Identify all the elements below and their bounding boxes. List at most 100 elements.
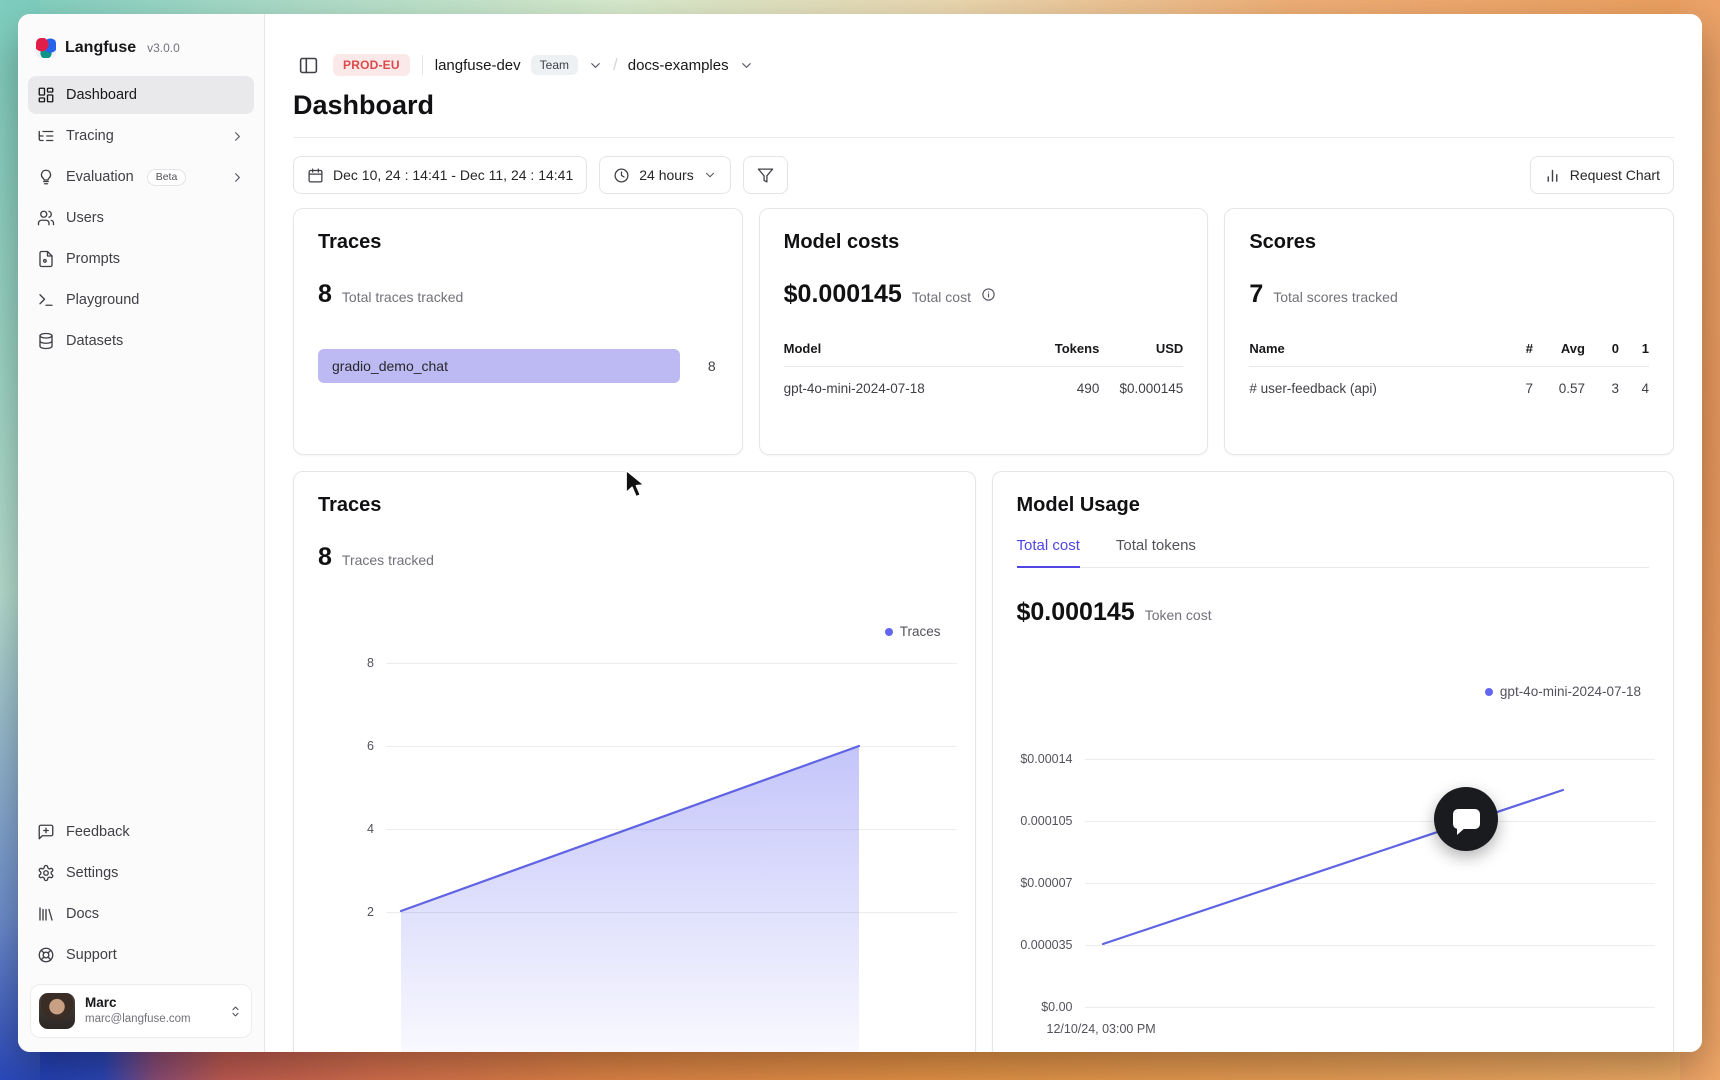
sidebar-item-support[interactable]: Support <box>28 936 254 974</box>
sidebar-item-tracing[interactable]: Tracing <box>28 117 254 155</box>
card-title: Model costs <box>784 231 1184 254</box>
model-usage-tabs: Total cost Total tokens <box>1017 537 1650 568</box>
breadcrumb-separator: / <box>613 55 618 75</box>
sidebar-item-settings[interactable]: Settings <box>28 854 254 892</box>
card-title: Model Usage <box>1017 494 1650 517</box>
sidebar-toggle-button[interactable] <box>293 50 323 80</box>
card-title: Scores <box>1249 231 1649 254</box>
filter-button[interactable] <box>743 156 788 194</box>
life-buoy-icon <box>37 946 55 964</box>
org-name[interactable]: langfuse-dev <box>435 57 521 74</box>
column-header: 1 <box>1619 341 1649 356</box>
user-menu[interactable]: Marc marc@langfuse.com <box>30 984 252 1038</box>
column-header: USD <box>1099 341 1183 356</box>
column-header: 0 <box>1585 341 1619 356</box>
lightbulb-icon <box>37 168 55 186</box>
tab-total-tokens[interactable]: Total tokens <box>1116 537 1196 567</box>
sidebar-item-docs[interactable]: Docs <box>28 895 254 933</box>
dashboard-grid-icon <box>37 86 55 104</box>
clock-icon <box>613 167 630 184</box>
sidebar-item-datasets[interactable]: Datasets <box>28 322 254 360</box>
trace-name-bar[interactable]: gradio_demo_chat <box>318 349 680 383</box>
sidebar-item-playground[interactable]: Playground <box>28 281 254 319</box>
score-one-cell: 4 <box>1619 381 1649 396</box>
score-count-cell: 7 <box>1493 381 1533 396</box>
chat-bubble-icon <box>1453 809 1480 829</box>
message-plus-icon <box>37 823 55 841</box>
sidebar-nav: Dashboard Tracing Evaluation Beta Users <box>28 76 254 360</box>
project-name[interactable]: docs-examples <box>628 57 729 74</box>
legend-dot-icon <box>885 628 893 636</box>
chart-legend: Traces <box>885 624 941 639</box>
interval-select[interactable]: 24 hours <box>599 156 730 194</box>
traces-chart-card: Traces 8 Traces tracked Traces 8 6 4 2 <box>293 471 976 1052</box>
terminal-icon <box>37 291 55 309</box>
traces-line-chart: 8 6 4 2 <box>318 648 957 1052</box>
chevron-down-icon[interactable] <box>588 58 603 73</box>
legend-label: Traces <box>900 624 941 639</box>
chevrons-up-down-icon <box>228 1004 243 1019</box>
interval-value: 24 hours <box>639 167 693 183</box>
chat-widget-button[interactable] <box>1434 787 1498 851</box>
users-icon <box>37 209 55 227</box>
tab-total-cost[interactable]: Total cost <box>1017 537 1080 568</box>
chevron-right-icon <box>230 170 245 185</box>
funnel-icon <box>757 167 774 184</box>
column-header: Name <box>1249 341 1493 356</box>
page-title: Dashboard <box>293 90 1674 121</box>
request-chart-label: Request Chart <box>1570 167 1660 183</box>
app-logo-row: Langfuse v3.0.0 <box>28 14 254 76</box>
breadcrumb: PROD-EU langfuse-dev Team / docs-example… <box>293 50 1674 80</box>
table-row: gpt-4o-mini-2024-07-18 490 $0.000145 <box>784 367 1184 396</box>
sidebar-item-label: Prompts <box>66 251 120 267</box>
environment-badge: PROD-EU <box>333 54 410 76</box>
chevron-down-icon[interactable] <box>739 58 754 73</box>
breadcrumb-divider <box>422 55 423 75</box>
sidebar-item-feedback[interactable]: Feedback <box>28 813 254 851</box>
date-range-picker[interactable]: Dec 10, 24 : 14:41 - Dec 11, 24 : 14:41 <box>293 156 587 194</box>
sidebar-item-evaluation[interactable]: Evaluation Beta <box>28 158 254 196</box>
avatar <box>39 993 75 1029</box>
trace-name-bar-label: gradio_demo_chat <box>332 358 448 374</box>
sidebar-item-label: Docs <box>66 906 99 922</box>
user-email: marc@langfuse.com <box>85 1012 191 1026</box>
model-costs-card: Model costs $0.000145 Total cost Model T… <box>759 208 1209 455</box>
desktop: Langfuse v3.0.0 Dashboard Tracing Evalua… <box>0 0 1720 1080</box>
app-version: v3.0.0 <box>147 41 180 55</box>
sidebar-item-label: Playground <box>66 292 139 308</box>
file-icon <box>37 250 55 268</box>
traces-count-label: Total traces tracked <box>342 289 463 305</box>
info-icon[interactable] <box>981 287 996 302</box>
sidebar-item-prompts[interactable]: Prompts <box>28 240 254 278</box>
score-name-cell: # user-feedback (api) <box>1249 381 1493 396</box>
sidebar-item-users[interactable]: Users <box>28 199 254 237</box>
main-content: PROD-EU langfuse-dev Team / docs-example… <box>265 14 1702 1052</box>
calendar-icon <box>307 167 324 184</box>
card-title: Traces <box>318 494 951 517</box>
chevron-down-icon <box>703 168 717 182</box>
bar-chart-icon <box>1544 167 1561 184</box>
scores-count: 7 <box>1249 280 1263 309</box>
scores-count-label: Total scores tracked <box>1273 289 1398 305</box>
org-type-badge[interactable]: Team <box>531 55 578 75</box>
trace-name-bar-value: 8 <box>708 358 718 374</box>
area-series <box>318 648 888 1052</box>
scores-card: Scores 7 Total scores tracked Name # Avg… <box>1224 208 1674 455</box>
sidebar-item-label: Evaluation <box>66 169 134 185</box>
legend-label: gpt-4o-mini-2024-07-18 <box>1500 684 1641 699</box>
sidebar-item-label: Users <box>66 210 104 226</box>
request-chart-button[interactable]: Request Chart <box>1530 156 1674 194</box>
traces-count: 8 <box>318 280 332 309</box>
app-name: Langfuse <box>65 39 136 57</box>
sidebar-item-dashboard[interactable]: Dashboard <box>28 76 254 114</box>
gear-icon <box>37 864 55 882</box>
score-zero-cell: 3 <box>1585 381 1619 396</box>
legend-dot-icon <box>1485 688 1493 696</box>
chart-legend: gpt-4o-mini-2024-07-18 <box>1485 684 1641 699</box>
chevron-right-icon <box>230 129 245 144</box>
model-usage-card: Model Usage Total cost Total tokens $0.0… <box>992 471 1675 1052</box>
app-window: Langfuse v3.0.0 Dashboard Tracing Evalua… <box>18 14 1702 1052</box>
token-cost-label: Token cost <box>1145 607 1212 623</box>
column-header: Tokens <box>1029 341 1099 356</box>
sidebar-item-label: Datasets <box>66 333 123 349</box>
